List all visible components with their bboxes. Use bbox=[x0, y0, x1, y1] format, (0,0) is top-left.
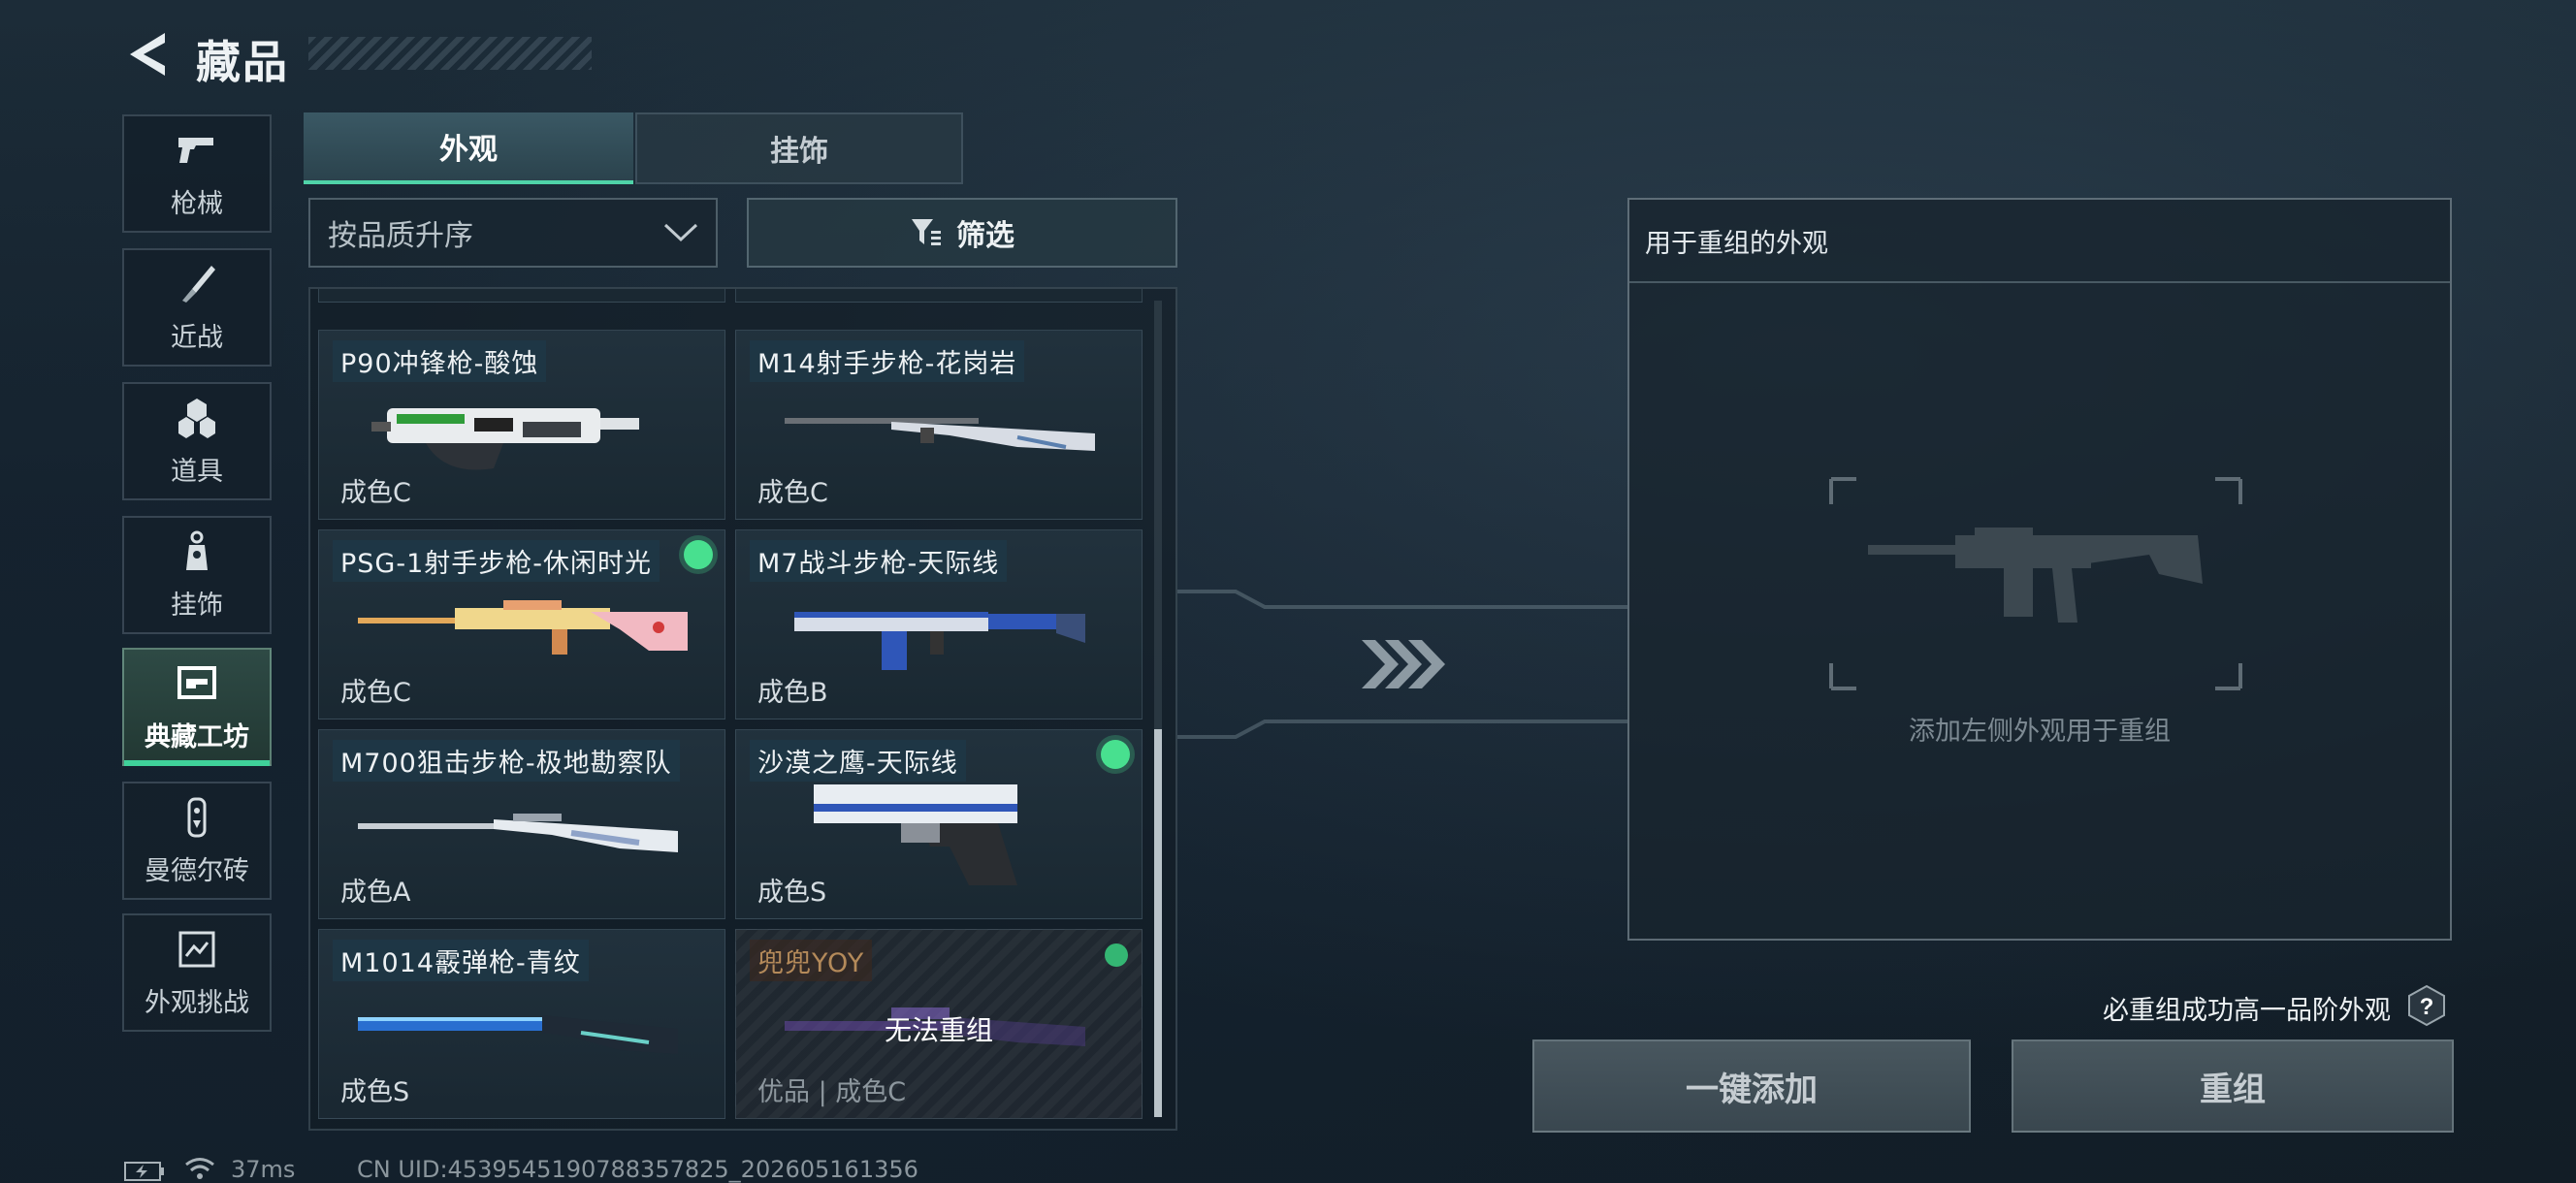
battery-icon bbox=[124, 1162, 164, 1181]
panel-hint: 添加左侧外观用于重组 bbox=[1909, 717, 2171, 747]
category-label: 挂饰 bbox=[171, 590, 223, 621]
workshop-icon bbox=[177, 665, 216, 699]
item-grade: 成色S bbox=[757, 878, 827, 908]
charm-icon bbox=[186, 530, 208, 570]
category-skin-challenge[interactable]: 外观挑战 bbox=[122, 913, 272, 1032]
item-name: M14射手步枪-花岗岩 bbox=[750, 340, 1025, 382]
item-name: M7战斗步枪-天际线 bbox=[750, 540, 1008, 582]
item-name: 兜兜YOY bbox=[750, 940, 873, 981]
category-label: 曼德尔砖 bbox=[145, 855, 249, 886]
panel-title: 用于重组的外观 bbox=[1629, 200, 2450, 283]
list-item[interactable]: 沙漠之鹰-天际线 成色S bbox=[735, 729, 1143, 919]
list-item[interactable]: M1014霰弹枪-青纹 成色S bbox=[318, 929, 725, 1119]
item-grade: 成色S bbox=[340, 1077, 410, 1107]
pistol-icon bbox=[178, 137, 213, 163]
item-name: M700狙击步枪-极地勘察队 bbox=[333, 740, 680, 782]
knife-icon bbox=[182, 265, 215, 303]
triple-chevron-icon bbox=[1362, 640, 1445, 688]
selected-indicator bbox=[1105, 943, 1128, 967]
guarantee-text: 必重组成功高一品阶外观 bbox=[2103, 996, 2391, 1026]
item-name: M1014霰弹枪-青纹 bbox=[333, 940, 589, 981]
p90-skin-image bbox=[371, 408, 639, 470]
list-item[interactable]: P90冲锋枪-酸蚀 成色C bbox=[318, 330, 725, 520]
filter-icon bbox=[912, 219, 941, 245]
help-icon[interactable]: ? bbox=[2405, 984, 2448, 1027]
brick-icon bbox=[187, 797, 207, 837]
item-grade: 成色A bbox=[340, 878, 411, 908]
category-melee[interactable]: 近战 bbox=[122, 248, 272, 367]
m1014-skin-image bbox=[358, 1015, 678, 1054]
item-grade: 优品 | 成色C bbox=[757, 1077, 907, 1107]
m14-skin-image bbox=[785, 418, 1095, 451]
item-name: 沙漠之鹰-天际线 bbox=[750, 740, 966, 782]
selected-indicator bbox=[684, 540, 713, 569]
category-label: 典藏工坊 bbox=[145, 721, 249, 752]
filter-label: 筛选 bbox=[956, 219, 1014, 253]
list-item[interactable]: M700狙击步枪-极地勘察队 成色A bbox=[318, 729, 725, 919]
svg-text:?: ? bbox=[2420, 994, 2434, 1020]
item-grade: 成色C bbox=[340, 678, 411, 708]
selected-indicator bbox=[1101, 740, 1130, 769]
list-item[interactable] bbox=[318, 289, 725, 303]
list-item-locked[interactable]: 兜兜YOY 无法重组 优品 | 成色C bbox=[735, 929, 1143, 1119]
tab-appearance[interactable]: 外观 bbox=[304, 112, 633, 184]
category-guns[interactable]: 枪械 bbox=[122, 114, 272, 233]
transfer-connector bbox=[1177, 590, 1627, 739]
category-label: 外观挑战 bbox=[145, 987, 249, 1018]
chevron-down-icon bbox=[663, 223, 698, 242]
category-label: 道具 bbox=[171, 456, 223, 487]
desert-eagle-skin-image bbox=[814, 784, 1017, 885]
title-decoration bbox=[308, 37, 592, 70]
sort-dropdown[interactable]: 按品质升序 bbox=[308, 198, 718, 268]
sort-label: 按品质升序 bbox=[328, 219, 473, 253]
page-title: 藏品 bbox=[196, 36, 289, 88]
category-label: 近战 bbox=[171, 322, 223, 353]
item-grade: 成色C bbox=[757, 478, 828, 508]
psg1-skin-image bbox=[358, 600, 688, 655]
list-item[interactable]: M7战斗步枪-天际线 成色B bbox=[735, 529, 1143, 719]
m7-skin-image bbox=[794, 612, 1085, 670]
list-item[interactable]: PSG-1射手步枪-休闲时光 成色C bbox=[318, 529, 725, 719]
category-mandel-brick[interactable]: 曼德尔砖 bbox=[122, 782, 272, 900]
category-workshop[interactable]: 典藏工坊 bbox=[122, 648, 272, 766]
category-charms[interactable]: 挂饰 bbox=[122, 516, 272, 634]
item-grade: 成色C bbox=[340, 478, 411, 508]
user-uid: CN UID:4539545190788357825_202605161356 bbox=[357, 1156, 918, 1183]
wifi-icon bbox=[185, 1158, 214, 1179]
category-label: 枪械 bbox=[171, 188, 223, 219]
reforge-button[interactable]: 重组 bbox=[2012, 1039, 2454, 1133]
list-item[interactable]: M14射手步枪-花岗岩 成色C bbox=[735, 330, 1143, 520]
challenge-icon bbox=[178, 931, 215, 967]
item-grade: 成色B bbox=[757, 678, 828, 708]
list-item[interactable] bbox=[735, 289, 1143, 303]
cannot-reforge-label: 无法重组 bbox=[884, 1014, 993, 1046]
item-name: PSG-1射手步枪-休闲时光 bbox=[333, 540, 660, 582]
tab-charms[interactable]: 挂饰 bbox=[635, 112, 963, 184]
list-scrollbar-thumb[interactable] bbox=[1154, 729, 1162, 1117]
grenade-icon bbox=[178, 398, 215, 438]
skin-list[interactable]: P90冲锋枪-酸蚀 成色C M14射手步枪-花岗岩 成色C PSG-1射手步枪-… bbox=[308, 287, 1177, 1131]
add-all-button[interactable]: 一键添加 bbox=[1532, 1039, 1971, 1133]
category-items[interactable]: 道具 bbox=[122, 382, 272, 500]
ping-readout: 37ms bbox=[231, 1156, 296, 1183]
back-arrow-icon[interactable] bbox=[122, 27, 171, 81]
m700-skin-image bbox=[358, 814, 678, 852]
filter-button[interactable]: 筛选 bbox=[747, 198, 1177, 268]
empty-slot-rifle-icon[interactable] bbox=[1829, 477, 2242, 690]
item-name: P90冲锋枪-酸蚀 bbox=[333, 340, 547, 382]
